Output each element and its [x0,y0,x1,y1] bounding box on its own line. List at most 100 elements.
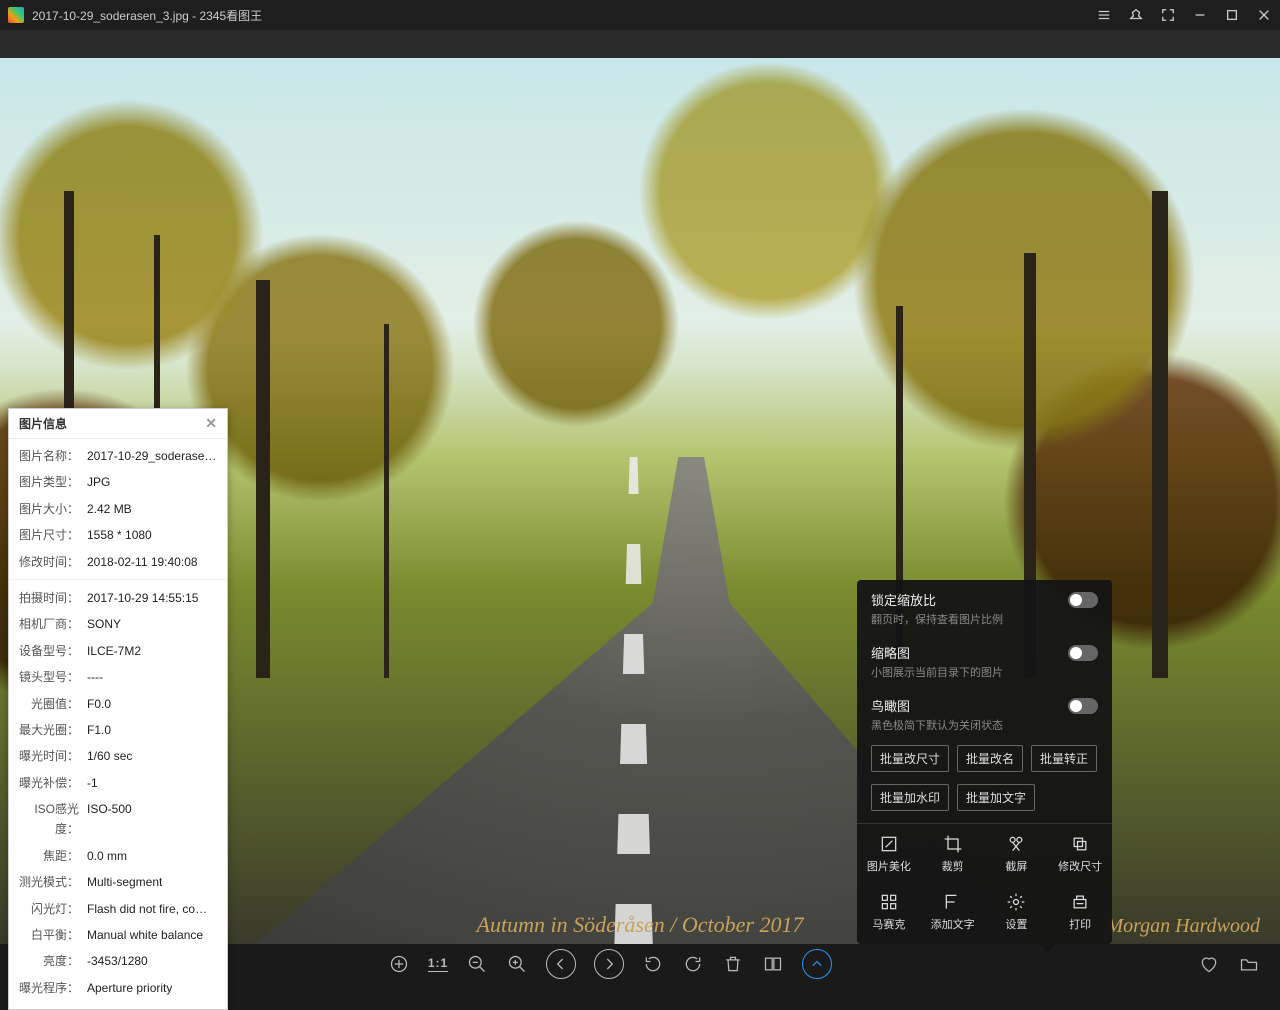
compare-icon[interactable] [762,953,784,975]
info-row: 修改时间：2018-02-11 19:40:08 [9,549,227,575]
rotate-right-icon[interactable] [682,953,704,975]
tool-label: 马赛克 [872,916,905,932]
info-value: ISO-500 [79,799,132,840]
tool-label: 裁剪 [942,858,964,874]
fit-screen-icon[interactable] [388,953,410,975]
info-label: 曝光程序： [19,978,79,998]
pin-icon[interactable] [1128,7,1144,23]
info-row: 焦距：0.0 mm [9,843,227,869]
info-row: ISO感光度：ISO-500 [9,796,227,843]
info-row: 白平衡：Manual white balance [9,922,227,948]
info-value: ---- [79,667,103,687]
titlebar: 2017-10-29_soderasen_3.jpg - 2345看图王 [0,0,1280,30]
info-value: Multi-segment [79,872,162,892]
info-value: Aperture priority [79,978,172,998]
image-caption: Autumn in Söderåsen / October 2017 [477,912,804,938]
next-image-button[interactable] [594,949,624,979]
tool-settings[interactable]: 设置 [985,882,1049,940]
close-icon[interactable] [1256,7,1272,23]
info-row: 图片名称：2017-10-29_soderasen_3 [9,443,227,469]
tool-label: 修改尺寸 [1058,858,1102,874]
toggle-row: 缩略图小图展示当前目录下的图片 [857,633,1112,686]
info-row: 曝光程序：Aperture priority [9,975,227,1001]
info-label: 图片类型： [19,472,79,492]
info-label: 闪光灯： [19,899,79,919]
info-label: 白平衡： [19,925,79,945]
info-value: F1.0 [79,720,111,740]
app-icon [8,7,24,23]
info-label: 图片名称： [19,446,79,466]
tool-resize[interactable]: 修改尺寸 [1048,824,1112,882]
prev-image-button[interactable] [546,949,576,979]
info-label: 亮度： [19,951,79,971]
info-row: 图片尺寸：1558 * 1080 [9,522,227,548]
open-folder-icon[interactable] [1238,953,1260,975]
info-label: 镜头型号： [19,667,79,687]
toggle-title: 鸟瞰图 [871,696,1003,715]
rotate-left-icon[interactable] [642,953,664,975]
tool-label: 设置 [1005,916,1027,932]
info-value: Manual white balance [79,925,203,945]
info-row: 曝光时间：1/60 sec [9,743,227,769]
info-row: 图片类型：JPG [9,469,227,495]
info-label: 拍摄时间： [19,588,79,608]
info-value: ILCE-7M2 [79,641,141,661]
zoom-ratio[interactable]: 1:1 [428,956,448,972]
tool-label: 图片美化 [867,858,911,874]
info-label: 测光模式： [19,872,79,892]
info-value: -1 [79,773,98,793]
batch-button[interactable]: 批量转正 [1031,745,1097,772]
toggle-subtitle: 黑色极简下默认为关闭状态 [871,717,1003,733]
info-label: 曝光时间： [19,746,79,766]
info-row: 图片大小：2.42 MB [9,496,227,522]
batch-button[interactable]: 批量改名 [957,745,1023,772]
maximize-icon[interactable] [1224,7,1240,23]
image-author: Morgan Hardwood [1106,915,1260,938]
batch-button[interactable]: 批量加水印 [871,784,949,811]
info-value: 2017-10-29_soderasen_3 [79,446,217,466]
fullscreen-icon[interactable] [1160,7,1176,23]
tool-screenshot[interactable]: 截屏 [985,824,1049,882]
favorite-icon[interactable] [1198,953,1220,975]
tool-label: 添加文字 [931,916,975,932]
info-value: 2017-10-29 14:55:15 [79,588,198,608]
info-value: F0.0 [79,694,111,714]
info-row: 拍摄时间：2017-10-29 14:55:15 [9,579,227,611]
batch-button[interactable]: 批量加文字 [957,784,1035,811]
info-label: 设备型号： [19,641,79,661]
tool-print[interactable]: 打印 [1048,882,1112,940]
toggle-switch[interactable] [1068,645,1098,661]
info-label: 焦距： [19,846,79,866]
tool-add-text[interactable]: 添加文字 [921,882,985,940]
info-label: 图片大小： [19,499,79,519]
info-value: SONY [79,614,121,634]
image-info-panel: 图片信息 ✕ 图片名称：2017-10-29_soderasen_3图片类型：J… [8,408,228,1010]
toggle-switch[interactable] [1068,592,1098,608]
toggle-row: 锁定缩放比翻页时，保持查看图片比例 [857,580,1112,633]
menu-icon[interactable] [1096,7,1112,23]
close-info-panel-icon[interactable]: ✕ [205,415,217,432]
info-label: 相机厂商： [19,614,79,634]
more-tools-button[interactable] [802,949,832,979]
delete-icon[interactable] [722,953,744,975]
zoom-in-icon[interactable] [506,953,528,975]
info-panel-title: 图片信息 [19,415,67,432]
info-value: 2.42 MB [79,499,132,519]
toggle-title: 锁定缩放比 [871,590,1003,609]
info-value: Flash did not fire, compul... [79,899,217,919]
tool-beautify[interactable]: 图片美化 [857,824,921,882]
tool-mosaic[interactable]: 马赛克 [857,882,921,940]
info-value: 1558 * 1080 [79,525,152,545]
info-value: JPG [79,472,110,492]
info-row: 闪光灯：Flash did not fire, compul... [9,896,227,922]
tool-label: 打印 [1069,916,1091,932]
info-row: 测光模式：Multi-segment [9,869,227,895]
info-label: 最大光圈： [19,720,79,740]
minimize-icon[interactable] [1192,7,1208,23]
info-row: 镜头型号：---- [9,664,227,690]
zoom-out-icon[interactable] [466,953,488,975]
batch-button[interactable]: 批量改尺寸 [871,745,949,772]
toggle-switch[interactable] [1068,698,1098,714]
tool-crop[interactable]: 裁剪 [921,824,985,882]
info-row: 设备型号：ILCE-7M2 [9,638,227,664]
